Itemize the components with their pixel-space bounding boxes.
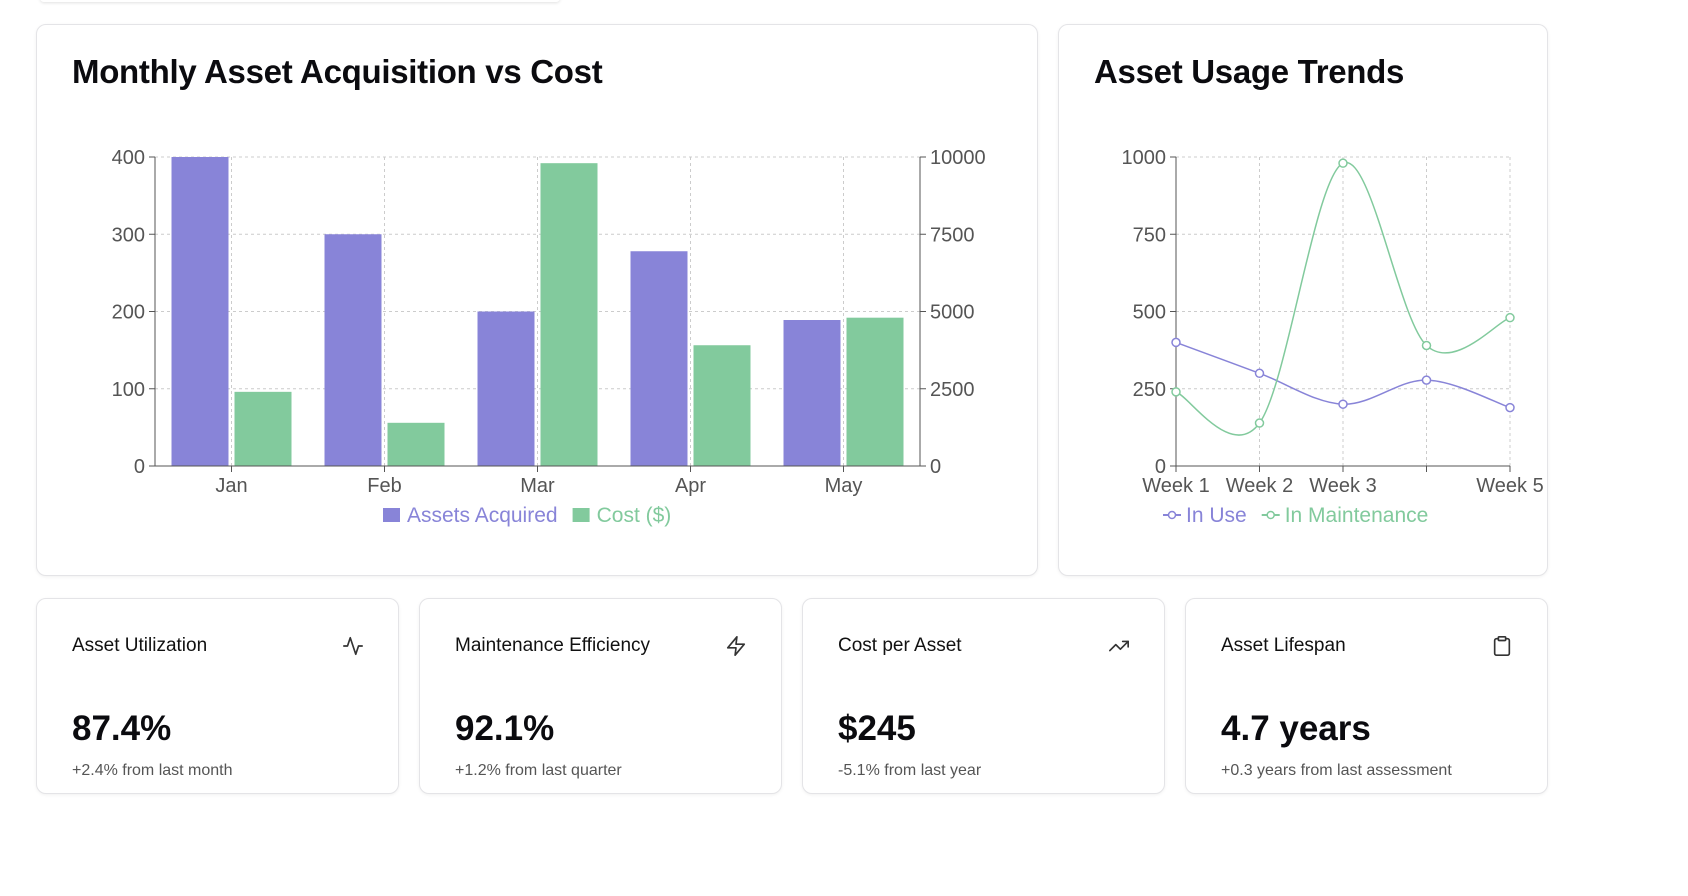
data-point [1338, 158, 1348, 168]
bar-assets-acquired [324, 234, 382, 466]
stat-label: Asset Utilization [72, 635, 208, 656]
bar-assets-acquired [783, 319, 841, 466]
y-tick-label: 500 [1133, 302, 1166, 324]
y-tick-label-left: 300 [112, 224, 145, 246]
stat-change: -5.1% from last year [838, 762, 982, 779]
y-tick-label-right: 0 [930, 456, 941, 478]
stat-change: +0.3 years from last assessment [1221, 762, 1452, 779]
x-tick-label: Week 2 [1226, 475, 1293, 497]
stat-label: Maintenance Efficiency [455, 635, 651, 656]
series-line-in-maintenance [1175, 162, 1511, 436]
stat-card-asset-utilization: Asset Utilization 87.4% +2.4% from last … [36, 598, 399, 794]
y-tick-label-left: 100 [112, 379, 145, 401]
bar-cost [693, 345, 751, 466]
x-tick-label: Week 3 [1309, 475, 1376, 497]
bar-cost [234, 391, 292, 466]
acquisition-chart: 0 100 200 300 400 0 2500 5000 7500 10000 Jan Feb Mar… [112, 147, 986, 527]
data-point [1421, 375, 1432, 385]
legend-swatch [572, 508, 590, 522]
stat-value: 4.7 years [1221, 709, 1371, 748]
legend: In Use In Maintenance [1163, 504, 1428, 527]
bar-cost [846, 317, 904, 466]
data-point [1421, 340, 1432, 351]
bar-assets-acquired [477, 311, 535, 466]
data-point [1254, 368, 1265, 379]
x-tick-label: Week 5 [1476, 475, 1543, 497]
legend-label: Cost ($) [597, 504, 672, 527]
legend-label: Assets Acquired [407, 504, 558, 527]
x-tick-label: Jan [215, 475, 247, 497]
y-tick-label-right: 5000 [930, 302, 975, 324]
y-tick-label-left: 0 [134, 456, 145, 478]
stat-change: +1.2% from last quarter [455, 762, 622, 779]
bar-assets-acquired [171, 157, 229, 466]
data-point [1505, 402, 1515, 413]
legend-label: In Maintenance [1285, 504, 1429, 527]
data-point [1171, 387, 1181, 397]
y-tick-label: 750 [1133, 224, 1166, 246]
stat-card-maintenance-efficiency: Maintenance Efficiency 92.1% +1.2% from … [419, 598, 782, 794]
x-tick-label: May [825, 475, 863, 497]
x-tick-label: Week 1 [1142, 475, 1209, 497]
y-tick-label-right: 10000 [930, 147, 986, 169]
legend-marker [1167, 510, 1177, 520]
y-tick-label-right: 7500 [930, 224, 975, 246]
clipboard-icon [1493, 636, 1511, 656]
y-tick-label-right: 2500 [930, 379, 975, 401]
data-point [1171, 337, 1181, 348]
y-tick-label: 1000 [1122, 147, 1167, 169]
stat-card-cost-per-asset: Cost per Asset $245 -5.1% from last year [802, 598, 1165, 794]
legend-swatch [383, 508, 400, 522]
y-tick-label-left: 400 [112, 147, 145, 169]
x-tick-label: Feb [367, 475, 401, 497]
x-tick-label: Mar [520, 475, 555, 497]
y-tick-label: 250 [1133, 379, 1166, 401]
bar-assets-acquired [630, 251, 688, 466]
stat-label: Asset Lifespan [1221, 635, 1346, 656]
bar-cost [387, 422, 445, 466]
stat-value: 87.4% [72, 709, 172, 748]
stat-value: 92.1% [455, 709, 555, 748]
usage-chart-card: Asset Usage Trends 0 250 500 750 1000 Week 1W… [1058, 24, 1548, 576]
stat-value: $245 [838, 709, 916, 748]
x-tick-label: Apr [675, 475, 706, 497]
stat-card-asset-lifespan: Asset Lifespan 4.7 years +0.3 years from… [1185, 598, 1548, 794]
data-point [1505, 312, 1515, 323]
legend-label: In Use [1186, 504, 1247, 527]
usage-chart: 02505007501000Week 1 Week 2 Week 3 Week 5In… [1122, 147, 1544, 527]
bar-cost [540, 163, 598, 466]
trending-up-icon [1109, 640, 1129, 652]
zap-icon [726, 636, 746, 656]
top-strip [40, 0, 560, 2]
data-point [1338, 399, 1348, 409]
stat-change: +2.4% from last month [72, 762, 233, 779]
activity-icon [343, 636, 363, 656]
stat-label: Cost per Asset [838, 635, 962, 656]
y-tick-label-left: 200 [112, 302, 145, 324]
legend: Assets Acquired Cost ($) [383, 504, 671, 527]
legend-marker [1266, 510, 1275, 520]
data-point [1254, 418, 1265, 428]
grid [1175, 156, 1511, 467]
acquisition-chart-card: Monthly Asset Acquisition vs Cost 0 100 20… [36, 24, 1038, 576]
